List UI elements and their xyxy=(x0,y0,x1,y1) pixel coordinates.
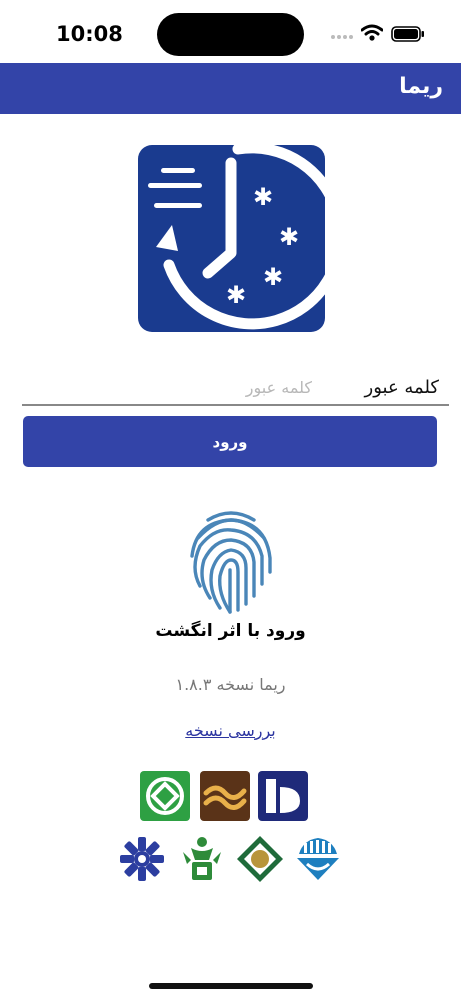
password-label: کلمه عبور xyxy=(364,377,439,398)
password-input[interactable] xyxy=(22,372,312,402)
check-version-link[interactable]: بررسی نسخه xyxy=(0,721,461,740)
check-version-label[interactable]: بررسی نسخه xyxy=(185,721,275,740)
app-bar: ریما xyxy=(0,63,461,114)
bank-logo-navy-icon xyxy=(258,771,308,821)
app-title: ریما xyxy=(399,74,443,99)
password-underline xyxy=(22,404,449,406)
bank-logo-green-icon xyxy=(140,771,190,821)
bank-logo-teal-icon xyxy=(297,838,339,880)
svg-text:✱: ✱ xyxy=(279,223,299,251)
svg-text:✱: ✱ xyxy=(253,183,273,211)
bank-logo-blue-snowflake-icon xyxy=(120,837,164,881)
status-time: 10:08 xyxy=(56,22,123,46)
wifi-icon xyxy=(361,24,383,41)
svg-text:✱: ✱ xyxy=(263,263,283,291)
fingerprint-login-label[interactable]: ورود با اثر انگشت xyxy=(0,621,461,641)
battery-icon xyxy=(391,26,424,42)
bank-logo-diamond-icon xyxy=(237,836,283,882)
app-logo-icon: ✱ ✱ ✱ ✱ xyxy=(138,145,325,332)
cellular-signal-icon xyxy=(331,35,353,39)
home-indicator[interactable] xyxy=(149,983,313,989)
svg-text:✱: ✱ xyxy=(226,281,246,309)
bank-logo-green-figure-icon xyxy=(183,837,221,880)
bank-logo-brown-icon xyxy=(200,771,250,821)
version-text: ریما نسخه ۱.۸.۳ xyxy=(175,675,286,694)
status-bar: 10:08 xyxy=(0,0,461,63)
fingerprint-icon[interactable] xyxy=(186,508,276,616)
dynamic-island xyxy=(157,13,304,56)
login-button[interactable]: ورود xyxy=(23,416,437,467)
